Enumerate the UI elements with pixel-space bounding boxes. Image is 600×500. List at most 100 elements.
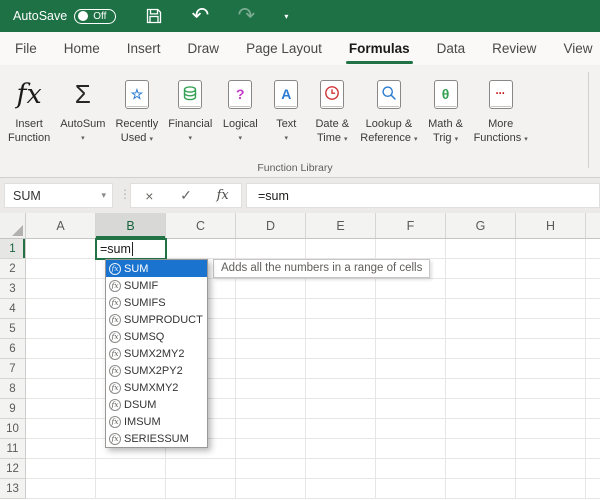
- autocomplete-item-sumproduct[interactable]: fxSUMPRODUCT: [106, 311, 207, 328]
- cell-h1[interactable]: [516, 239, 586, 259]
- cell-e12[interactable]: [306, 459, 376, 479]
- cell-d13[interactable]: [236, 479, 306, 499]
- confirm-entry-icon[interactable]: ✓: [168, 187, 205, 204]
- cell-h3[interactable]: [516, 279, 586, 299]
- undo-icon[interactable]: ↶: [188, 6, 212, 26]
- cell-h4[interactable]: [516, 299, 586, 319]
- name-box-dropdown-icon[interactable]: ▾: [101, 190, 106, 201]
- math-trig-button[interactable]: θMath &Trig▾: [423, 70, 469, 162]
- autosum-button[interactable]: ΣAutoSum▾: [55, 70, 110, 162]
- cell-a1[interactable]: [26, 239, 96, 259]
- logical-button[interactable]: ?Logical▾: [217, 70, 263, 162]
- cell-g8[interactable]: [446, 379, 516, 399]
- cell-a5[interactable]: [26, 319, 96, 339]
- row-header-13[interactable]: 13: [0, 479, 26, 499]
- column-header-b[interactable]: B: [96, 213, 166, 239]
- cell-c13[interactable]: [166, 479, 236, 499]
- column-header-c[interactable]: C: [166, 213, 236, 239]
- name-box[interactable]: SUM ▾: [4, 183, 113, 208]
- text-button[interactable]: AText▾: [263, 70, 309, 162]
- row-header-5[interactable]: 5: [0, 319, 26, 339]
- cell-partial-12[interactable]: [586, 459, 600, 479]
- cell-e6[interactable]: [306, 339, 376, 359]
- tab-file[interactable]: File: [15, 41, 37, 56]
- autocomplete-item-seriessum[interactable]: fxSERIESSUM: [106, 430, 207, 447]
- cell-f6[interactable]: [376, 339, 446, 359]
- cell-a9[interactable]: [26, 399, 96, 419]
- tab-view[interactable]: View: [563, 41, 592, 56]
- row-header-11[interactable]: 11: [0, 439, 26, 459]
- cell-f10[interactable]: [376, 419, 446, 439]
- cell-h10[interactable]: [516, 419, 586, 439]
- insert-function-icon[interactable]: fx: [204, 188, 241, 203]
- column-header-f[interactable]: F: [376, 213, 446, 239]
- date-time-button[interactable]: Date &Time▾: [309, 70, 355, 162]
- cell-f5[interactable]: [376, 319, 446, 339]
- cell-a7[interactable]: [26, 359, 96, 379]
- cell-f9[interactable]: [376, 399, 446, 419]
- row-header-3[interactable]: 3: [0, 279, 26, 299]
- cell-f8[interactable]: [376, 379, 446, 399]
- cell-e9[interactable]: [306, 399, 376, 419]
- column-header-e[interactable]: E: [306, 213, 376, 239]
- cell-g10[interactable]: [446, 419, 516, 439]
- cell-g9[interactable]: [446, 399, 516, 419]
- cell-d12[interactable]: [236, 459, 306, 479]
- autocomplete-item-sumif[interactable]: fxSUMIF: [106, 277, 207, 294]
- cell-d5[interactable]: [236, 319, 306, 339]
- autosave-toggle[interactable]: AutoSave Off: [13, 9, 116, 24]
- row-header-1[interactable]: 1: [0, 239, 26, 259]
- cell-f7[interactable]: [376, 359, 446, 379]
- cell-e4[interactable]: [306, 299, 376, 319]
- cell-partial-7[interactable]: [586, 359, 600, 379]
- cell-g11[interactable]: [446, 439, 516, 459]
- cell-h13[interactable]: [516, 479, 586, 499]
- autosave-pill[interactable]: Off: [74, 9, 116, 24]
- row-header-2[interactable]: 2: [0, 259, 26, 279]
- cell-h7[interactable]: [516, 359, 586, 379]
- cell-partial-9[interactable]: [586, 399, 600, 419]
- cell-g7[interactable]: [446, 359, 516, 379]
- cell-e1[interactable]: [306, 239, 376, 259]
- column-header-a[interactable]: A: [26, 213, 96, 239]
- column-header-d[interactable]: D: [236, 213, 306, 239]
- cell-h2[interactable]: [516, 259, 586, 279]
- lookup-reference-button[interactable]: Lookup &Reference▾: [355, 70, 422, 162]
- cell-d6[interactable]: [236, 339, 306, 359]
- row-header-6[interactable]: 6: [0, 339, 26, 359]
- cell-a2[interactable]: [26, 259, 96, 279]
- cell-partial-8[interactable]: [586, 379, 600, 399]
- tab-draw[interactable]: Draw: [188, 41, 220, 56]
- row-header-9[interactable]: 9: [0, 399, 26, 419]
- autocomplete-item-sumx2my2[interactable]: fxSUMX2MY2: [106, 345, 207, 362]
- cell-d4[interactable]: [236, 299, 306, 319]
- cell-e3[interactable]: [306, 279, 376, 299]
- autocomplete-item-sumx2py2[interactable]: fxSUMX2PY2: [106, 362, 207, 379]
- cell-f3[interactable]: [376, 279, 446, 299]
- cell-d1[interactable]: [236, 239, 306, 259]
- cell-f4[interactable]: [376, 299, 446, 319]
- autocomplete-item-sumxmy2[interactable]: fxSUMXMY2: [106, 379, 207, 396]
- cell-d11[interactable]: [236, 439, 306, 459]
- cell-c12[interactable]: [166, 459, 236, 479]
- tab-insert[interactable]: Insert: [127, 41, 161, 56]
- cell-h5[interactable]: [516, 319, 586, 339]
- row-header-8[interactable]: 8: [0, 379, 26, 399]
- cell-a4[interactable]: [26, 299, 96, 319]
- cell-a13[interactable]: [26, 479, 96, 499]
- cell-g12[interactable]: [446, 459, 516, 479]
- cell-partial-10[interactable]: [586, 419, 600, 439]
- tab-home[interactable]: Home: [64, 41, 100, 56]
- quick-access-dropdown-icon[interactable]: ▾: [284, 12, 288, 21]
- cell-e8[interactable]: [306, 379, 376, 399]
- row-header-4[interactable]: 4: [0, 299, 26, 319]
- cell-partial-13[interactable]: [586, 479, 600, 499]
- cell-f11[interactable]: [376, 439, 446, 459]
- cell-a8[interactable]: [26, 379, 96, 399]
- column-header-g[interactable]: G: [446, 213, 516, 239]
- cell-h11[interactable]: [516, 439, 586, 459]
- cell-partial-11[interactable]: [586, 439, 600, 459]
- tab-review[interactable]: Review: [492, 41, 536, 56]
- row-header-10[interactable]: 10: [0, 419, 26, 439]
- cell-g3[interactable]: [446, 279, 516, 299]
